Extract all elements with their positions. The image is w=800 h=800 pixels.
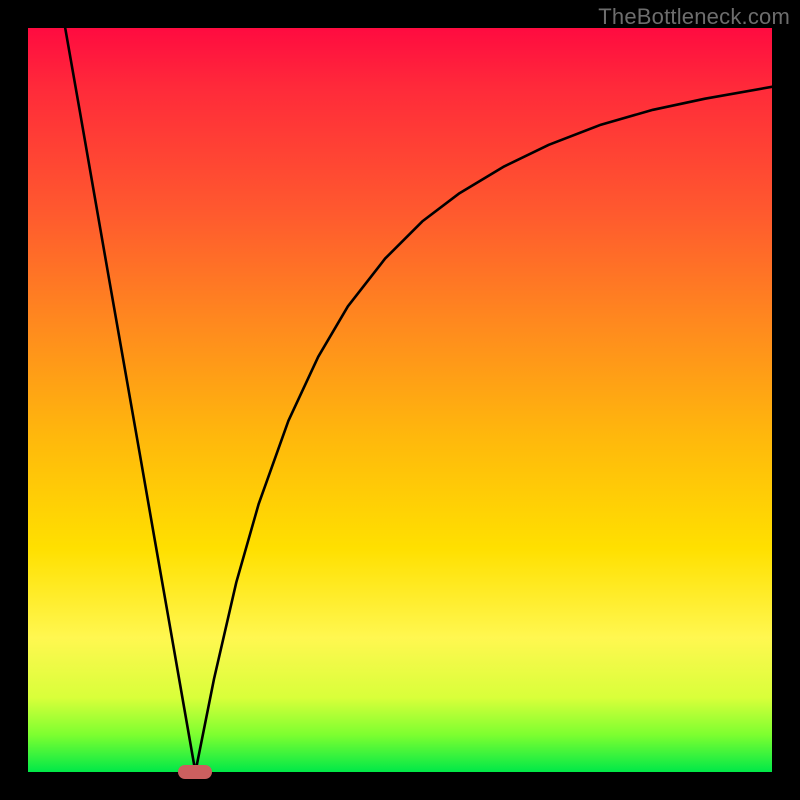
watermark-text: TheBottleneck.com xyxy=(598,4,790,30)
curve-left-branch xyxy=(65,28,195,772)
vertex-marker xyxy=(178,765,212,779)
bottleneck-curve xyxy=(28,28,772,772)
plot-area xyxy=(28,28,772,772)
chart-frame: TheBottleneck.com xyxy=(0,0,800,800)
curve-right-branch xyxy=(195,87,772,772)
